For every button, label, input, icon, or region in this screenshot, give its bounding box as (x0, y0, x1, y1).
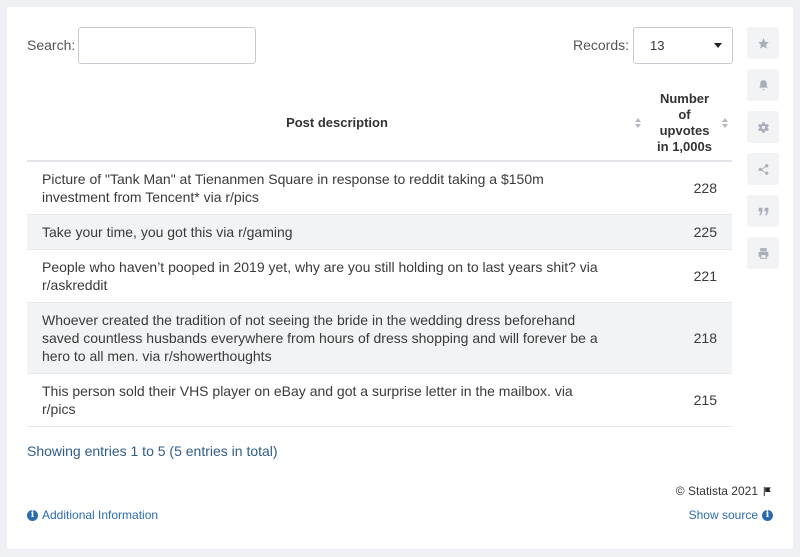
header-post-description[interactable]: Post description (27, 85, 647, 162)
statistic-card: Search: Records: 13 Post description Num… (7, 7, 793, 549)
show-source-label: Show source (688, 508, 758, 522)
info-icon: i (27, 509, 38, 521)
upvotes-cell: 218 (647, 302, 732, 374)
table-row: This person sold their VHS player on eBa… (27, 373, 732, 427)
copyright-text: © Statista 2021 (675, 484, 758, 498)
share-button[interactable] (747, 153, 779, 185)
flag-icon (763, 486, 771, 496)
post-description-cell: Take your time, you got this via r/gamin… (27, 214, 647, 250)
additional-information-link[interactable]: i Additional Information (27, 508, 158, 522)
cite-button[interactable] (747, 195, 779, 227)
sort-icon (635, 117, 641, 128)
header-upvotes-line: upvotes (659, 122, 710, 138)
table-header-row: Post description Number of upvotes in 1,… (27, 85, 732, 162)
table-row: Take your time, you got this via r/gamin… (27, 214, 732, 250)
header-upvotes-line: of (678, 106, 691, 122)
additional-information-label: Additional Information (42, 508, 159, 522)
notification-button[interactable] (747, 69, 779, 101)
print-button[interactable] (747, 237, 779, 269)
copyright[interactable]: © Statista 2021 (676, 484, 773, 498)
show-source-link[interactable]: Show source i (689, 508, 773, 522)
posts-table: Post description Number of upvotes in 1,… (27, 85, 732, 427)
upvotes-cell: 215 (647, 373, 732, 427)
header-post-description-label: Post description (286, 115, 388, 130)
quote-icon (758, 207, 768, 215)
upvotes-cell: 228 (647, 161, 732, 215)
table-row: Whoever created the tradition of not see… (27, 302, 732, 374)
entries-info: Showing entries 1 to 5 (5 entries in tot… (27, 443, 278, 459)
info-icon: i (762, 509, 773, 521)
header-upvotes[interactable]: Number of upvotes in 1,000s (647, 85, 732, 162)
sort-icon (722, 117, 728, 128)
side-toolbar (747, 27, 779, 279)
header-upvotes-line: in 1,000s (657, 138, 712, 154)
search-input[interactable] (78, 27, 256, 64)
chevron-down-icon (714, 43, 722, 48)
star-icon (757, 37, 769, 49)
table-controls: Search: Records: 13 (27, 27, 733, 65)
favorite-button[interactable] (747, 27, 779, 59)
records-label: Records: (573, 37, 630, 53)
share-icon (758, 163, 768, 175)
post-description-cell: Whoever created the tradition of not see… (27, 302, 647, 374)
records-selected-value: 13 (650, 38, 665, 53)
upvotes-cell: 221 (647, 249, 732, 303)
records-select[interactable]: 13 (633, 27, 733, 64)
settings-button[interactable] (747, 111, 779, 143)
bell-icon (758, 79, 768, 90)
post-description-cell: This person sold their VHS player on eBa… (27, 373, 647, 427)
post-description-cell: Picture of "Tank Man" at Tienanmen Squar… (27, 161, 647, 215)
table-row: Picture of "Tank Man" at Tienanmen Squar… (27, 161, 732, 215)
table-row: People who haven’t pooped in 2019 yet, w… (27, 249, 732, 303)
search-label: Search: (27, 37, 76, 53)
header-upvotes-line: Number (659, 90, 710, 106)
post-description-cell: People who haven’t pooped in 2019 yet, w… (27, 249, 647, 303)
print-icon (758, 247, 768, 259)
upvotes-cell: 225 (647, 214, 732, 250)
gear-icon (757, 121, 769, 133)
